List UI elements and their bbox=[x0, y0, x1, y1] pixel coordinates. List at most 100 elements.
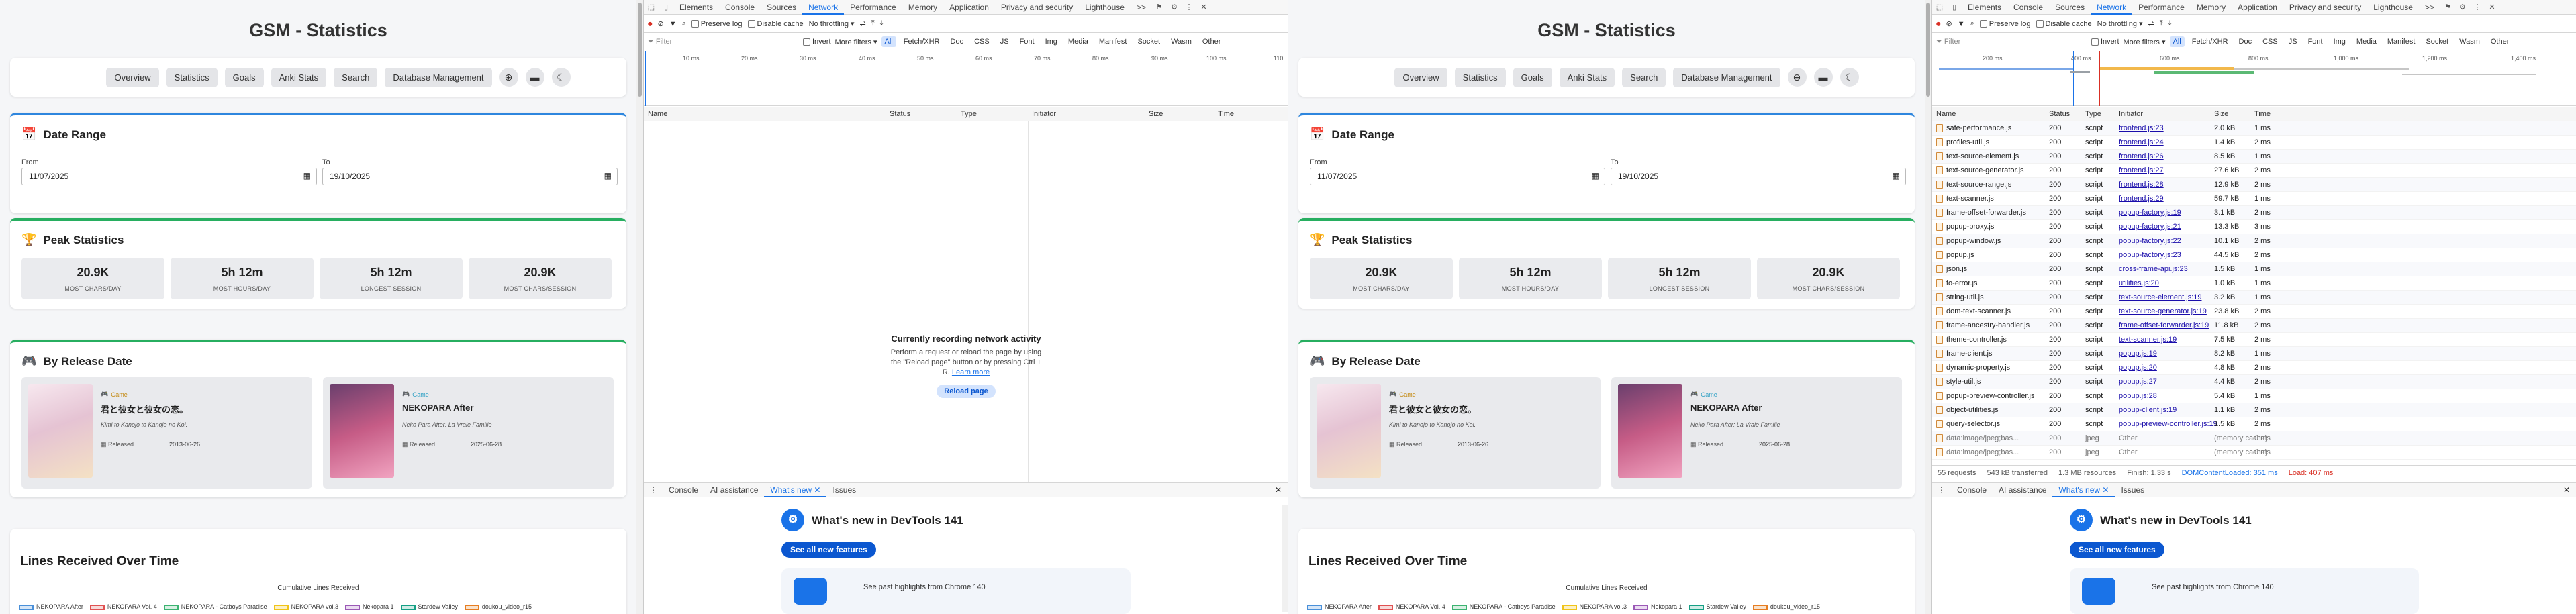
col-size[interactable]: Size bbox=[1149, 110, 1163, 118]
request-initiator-cell[interactable]: popup.js:27 bbox=[2119, 378, 2157, 386]
drawer-tab-whats-new[interactable]: What's new ✕ bbox=[764, 482, 827, 497]
drawer-tab-console[interactable]: Console bbox=[663, 482, 704, 497]
table-row[interactable]: query-selector.js 200 script popup-preview-… bbox=[1932, 417, 2576, 431]
tab-performance[interactable]: Performance bbox=[844, 0, 902, 15]
close-tab-icon[interactable]: ✕ bbox=[814, 485, 820, 495]
nav-search-button[interactable]: Search bbox=[1622, 67, 1666, 87]
issues-icon[interactable]: ⚑ bbox=[2440, 3, 2455, 11]
table-row[interactable]: popup-window.js 200 script popup-factory.js… bbox=[1932, 234, 2576, 248]
filter-js[interactable]: JS bbox=[2285, 36, 2301, 47]
nav-goals-button[interactable]: Goals bbox=[1513, 67, 1552, 87]
table-row[interactable]: frame-ancestry-handler.js 200 script frame-… bbox=[1932, 319, 2576, 333]
folder-icon[interactable]: ▬ bbox=[1813, 68, 1833, 87]
tab-lighthouse[interactable]: Lighthouse bbox=[2367, 0, 2419, 15]
to-date-input[interactable]: 19/10/2025 ▦ bbox=[322, 168, 618, 185]
nav-anki-stats-button[interactable]: Anki Stats bbox=[271, 67, 327, 87]
moon-icon[interactable]: ☾ bbox=[1840, 68, 1859, 87]
preserve-log-checkbox[interactable]: Preserve log bbox=[691, 20, 743, 28]
disable-cache-checkbox[interactable]: Disable cache bbox=[2036, 20, 2092, 28]
col-name[interactable]: Name bbox=[648, 110, 667, 118]
game-card[interactable]: 🎮 Game NEKOPARA After Neko Para After: La… bbox=[323, 377, 614, 489]
legend-item[interactable]: NEKOPARA - Catboys Paradise bbox=[163, 603, 267, 610]
request-initiator-cell[interactable]: popup.js:20 bbox=[2119, 364, 2157, 372]
table-row[interactable]: style-util.js 200 script popup.js:27 4.4 kB 2… bbox=[1932, 375, 2576, 389]
calendar-picker-icon[interactable]: ▦ bbox=[303, 171, 311, 181]
more-tabs-button[interactable]: >> bbox=[2419, 0, 2440, 15]
legend-item[interactable]: NEKOPARA vol.3 bbox=[273, 603, 338, 610]
issues-icon[interactable]: ⚑ bbox=[1152, 3, 1167, 11]
table-row[interactable]: frame-client.js 200 script popup.js:19 8.2 k… bbox=[1932, 347, 2576, 361]
col-initiator[interactable]: Initiator bbox=[1032, 110, 1056, 118]
network-overview-timeline[interactable]: 200 ms 400 ms 600 ms 800 ms 1,000 ms 1,2… bbox=[1932, 51, 2576, 106]
drawer-menu-icon[interactable]: ⋮ bbox=[1932, 485, 1951, 495]
request-initiator-cell[interactable]: frontend.js:23 bbox=[2119, 124, 2164, 132]
legend-item[interactable]: Stardew Valley bbox=[1688, 603, 1746, 610]
request-initiator-cell[interactable]: text-source-element.js:19 bbox=[2119, 293, 2202, 301]
kebab-menu-icon[interactable]: ⋮ bbox=[2470, 3, 2485, 11]
filter-doc[interactable]: Doc bbox=[2236, 36, 2256, 47]
tab-privacy-security[interactable]: Privacy and security bbox=[2283, 0, 2367, 15]
import-har-icon[interactable]: ⤒ bbox=[2160, 19, 2163, 28]
network-conditions-icon[interactable]: ⇌ bbox=[2148, 19, 2154, 28]
search-icon[interactable]: ⌕ bbox=[1970, 19, 1974, 28]
search-icon[interactable]: ⌕ bbox=[682, 19, 686, 28]
request-initiator-cell[interactable]: popup-factory.js:22 bbox=[2119, 237, 2181, 245]
clear-icon[interactable]: ⊘ bbox=[658, 19, 664, 28]
nav-overview-button[interactable]: Overview bbox=[1394, 67, 1447, 87]
moon-icon[interactable]: ☾ bbox=[551, 68, 571, 87]
request-initiator-cell[interactable]: frontend.js:29 bbox=[2119, 195, 2164, 203]
settings-gear-icon[interactable]: ⚙ bbox=[1167, 3, 1182, 11]
close-tab-icon[interactable]: ✕ bbox=[2102, 485, 2109, 495]
filter-fetch-xhr[interactable]: Fetch/XHR bbox=[2189, 36, 2232, 47]
table-row[interactable]: json.js 200 script cross-frame-api.js:23 1.5… bbox=[1932, 262, 2576, 276]
filter-img[interactable]: Img bbox=[2330, 36, 2349, 47]
from-date-input[interactable]: 11/07/2025 ▦ bbox=[21, 168, 317, 185]
request-initiator-cell[interactable]: Other bbox=[2119, 434, 2138, 442]
circle-plus-icon[interactable]: ⊕ bbox=[499, 68, 518, 87]
col-initiator[interactable]: Initiator bbox=[2119, 110, 2143, 118]
nav-database-management-button[interactable]: Database Management bbox=[1673, 67, 1780, 87]
tab-application[interactable]: Application bbox=[943, 0, 995, 15]
calendar-picker-icon[interactable]: ▦ bbox=[1592, 171, 1599, 181]
scrollbar-thumb[interactable] bbox=[1926, 3, 1930, 97]
close-drawer-icon[interactable]: ✕ bbox=[1275, 485, 1288, 495]
game-card[interactable]: 🎮 Game 君と彼女と彼女の恋。 Kimi to Kanojo to Kanoj… bbox=[21, 377, 312, 489]
table-row[interactable]: safe-performance.js 200 script frontend.js:… bbox=[1932, 121, 2576, 136]
preserve-log-checkbox[interactable]: Preserve log bbox=[1979, 20, 2031, 28]
request-initiator-cell[interactable]: frontend.js:24 bbox=[2119, 138, 2164, 146]
nav-anki-stats-button[interactable]: Anki Stats bbox=[1559, 67, 1615, 87]
tab-application[interactable]: Application bbox=[2232, 0, 2283, 15]
network-overview-timeline[interactable]: 10 ms 20 ms 30 ms 40 ms 50 ms 60 ms 70 m… bbox=[644, 51, 1288, 106]
legend-item[interactable]: doukou_video_r15 bbox=[464, 603, 532, 610]
export-har-icon[interactable]: ⤓ bbox=[2168, 19, 2172, 28]
game-card[interactable]: 🎮 Game NEKOPARA After Neko Para After: La… bbox=[1611, 377, 1902, 489]
table-row[interactable]: text-source-range.js 200 script frontend.js… bbox=[1932, 178, 2576, 192]
nav-statistics-button[interactable]: Statistics bbox=[166, 67, 218, 87]
drawer-menu-icon[interactable]: ⋮ bbox=[644, 485, 663, 495]
tab-elements[interactable]: Elements bbox=[673, 0, 719, 15]
col-time[interactable]: Time bbox=[2254, 110, 2271, 118]
inspect-element-icon[interactable]: ⬚ bbox=[644, 3, 659, 11]
calendar-picker-icon[interactable]: ▦ bbox=[604, 171, 612, 181]
filter-socket[interactable]: Socket bbox=[1134, 36, 1163, 47]
invert-checkbox[interactable]: Invert bbox=[803, 38, 831, 46]
legend-item[interactable]: NEKOPARA Vol. 4 bbox=[1378, 603, 1445, 610]
close-icon[interactable]: ✕ bbox=[1196, 3, 1211, 11]
request-initiator-cell[interactable]: text-scanner.js:19 bbox=[2119, 336, 2177, 344]
drawer-tab-whats-new[interactable]: What's new ✕ bbox=[2052, 482, 2115, 497]
learn-more-link[interactable]: Learn more bbox=[952, 368, 990, 376]
settings-gear-icon[interactable]: ⚙ bbox=[2455, 3, 2470, 11]
network-conditions-icon[interactable]: ⇌ bbox=[860, 19, 866, 28]
table-row[interactable]: popup-preview-controller.js 200 script popu… bbox=[1932, 389, 2576, 403]
request-initiator-cell[interactable]: popup.js:28 bbox=[2119, 392, 2157, 400]
tab-privacy-security[interactable]: Privacy and security bbox=[995, 0, 1079, 15]
request-initiator-cell[interactable]: popup-factory.js:23 bbox=[2119, 251, 2181, 259]
folder-icon[interactable]: ▬ bbox=[525, 68, 544, 87]
highlights-card[interactable]: See past highlights from Chrome 140 bbox=[2070, 568, 2419, 614]
request-initiator-cell[interactable]: popup-factory.js:21 bbox=[2119, 223, 2181, 231]
throttling-select[interactable]: No throttling ▾ bbox=[809, 19, 855, 28]
col-status[interactable]: Status bbox=[890, 110, 910, 118]
table-row[interactable]: frame-offset-forwarder.js 200 script popup-… bbox=[1932, 206, 2576, 220]
invert-checkbox[interactable]: Invert bbox=[2091, 38, 2119, 46]
game-card[interactable]: 🎮 Game 君と彼女と彼女の恋。 Kimi to Kanojo to Kanoj… bbox=[1310, 377, 1601, 489]
